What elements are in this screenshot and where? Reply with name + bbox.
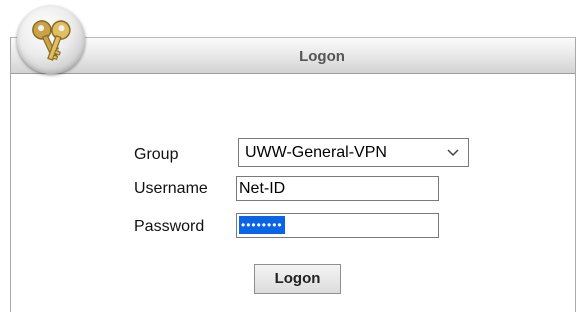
- username-value: Net-ID: [239, 180, 286, 197]
- username-field[interactable]: Net-ID: [236, 176, 439, 201]
- group-select-value: UWW-General-VPN: [245, 144, 387, 161]
- password-field[interactable]: ••••••••: [236, 213, 439, 238]
- username-label: Username: [134, 180, 208, 197]
- password-label: Password: [134, 218, 205, 235]
- logon-button[interactable]: Logon: [254, 264, 341, 294]
- password-value: ••••••••: [239, 216, 285, 234]
- group-label: Group: [134, 146, 179, 163]
- chevron-down-icon: [446, 145, 460, 164]
- keys-icon: [17, 6, 85, 74]
- logon-titlebar: Logon: [11, 37, 575, 74]
- group-select[interactable]: UWW-General-VPN: [238, 138, 469, 167]
- window-title: Logon: [299, 48, 345, 65]
